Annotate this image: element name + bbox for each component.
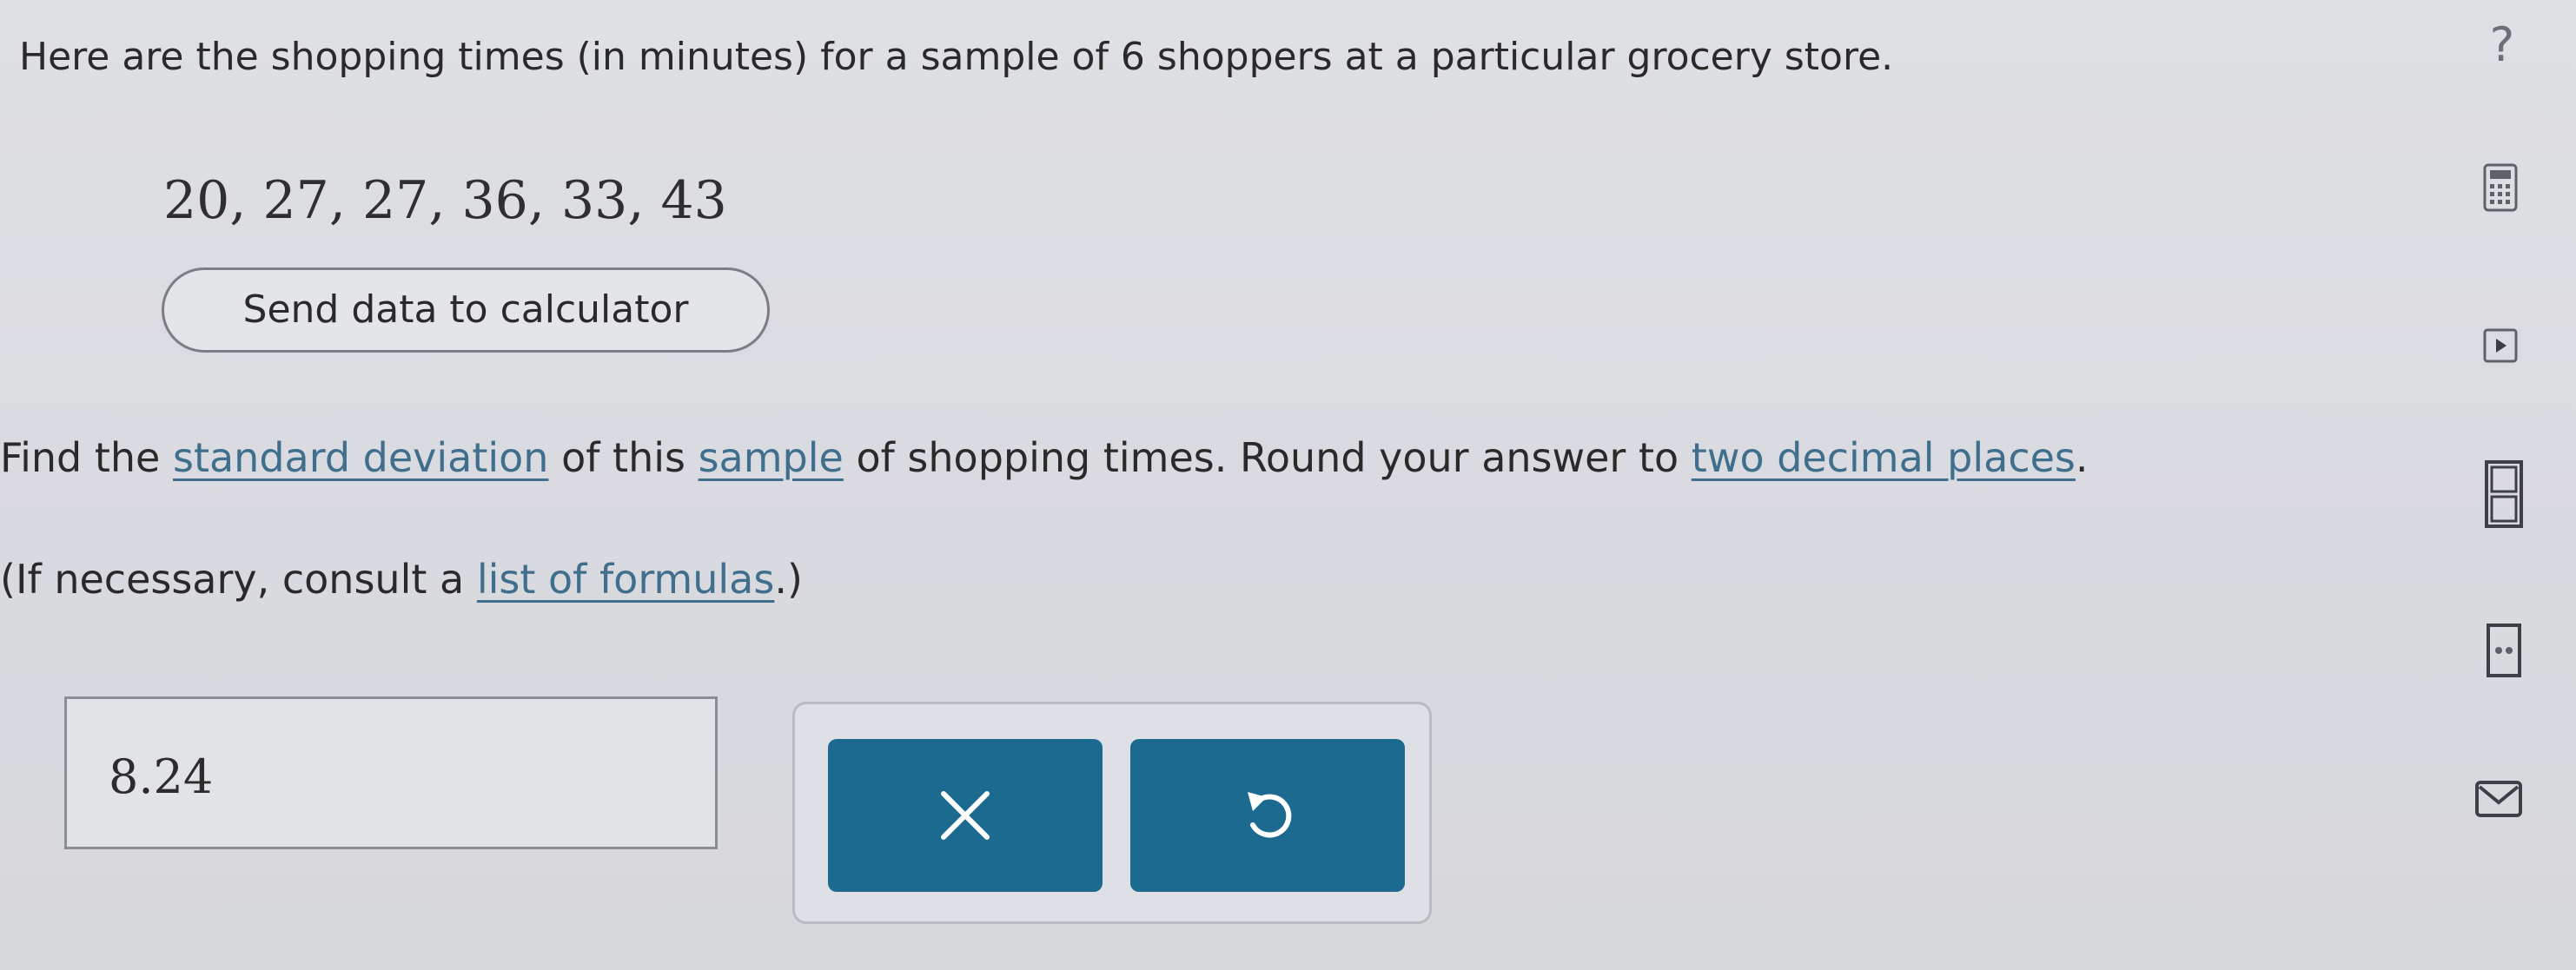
action-panel (792, 702, 1432, 924)
send-data-button[interactable]: Send data to calculator (162, 267, 770, 353)
find-text-2: of this (548, 434, 699, 481)
text-size-icon[interactable] (2487, 624, 2521, 677)
page: ? Here are the shopping times (in minute… (0, 0, 2576, 970)
find-instruction: Find the standard deviation of this samp… (0, 434, 2089, 481)
sample-link[interactable]: sample (699, 434, 844, 481)
list-of-formulas-link[interactable]: list of formulas (477, 556, 774, 603)
undo-icon (1248, 792, 1292, 838)
periodic-table-icon[interactable] (2485, 460, 2523, 528)
consult-instruction: (If necessary, consult a list of formula… (0, 556, 803, 603)
data-values: 20, 27, 27, 36, 33, 43 (163, 170, 727, 231)
play-icon[interactable] (2483, 328, 2518, 363)
clear-button[interactable] (828, 739, 1103, 892)
question-text: Here are the shopping times (in minutes)… (19, 35, 1894, 79)
two-decimal-places-link[interactable]: two decimal places (1692, 434, 2076, 481)
consult-text-2: .) (774, 556, 803, 603)
calculator-icon[interactable] (2483, 163, 2518, 212)
mail-icon[interactable] (2474, 780, 2523, 818)
standard-deviation-link[interactable]: standard deviation (173, 434, 548, 481)
help-icon[interactable]: ? (2480, 19, 2524, 71)
find-text-1: Find the (0, 434, 173, 481)
answer-input[interactable]: 8.24 (64, 696, 718, 849)
consult-text-1: (If necessary, consult a (0, 556, 477, 603)
answer-value: 8.24 (109, 749, 214, 804)
x-icon (941, 791, 990, 840)
find-text-4: . (2075, 434, 2089, 481)
find-text-3: of shopping times. Round your answer to (843, 434, 1692, 481)
undo-button[interactable] (1130, 739, 1405, 892)
